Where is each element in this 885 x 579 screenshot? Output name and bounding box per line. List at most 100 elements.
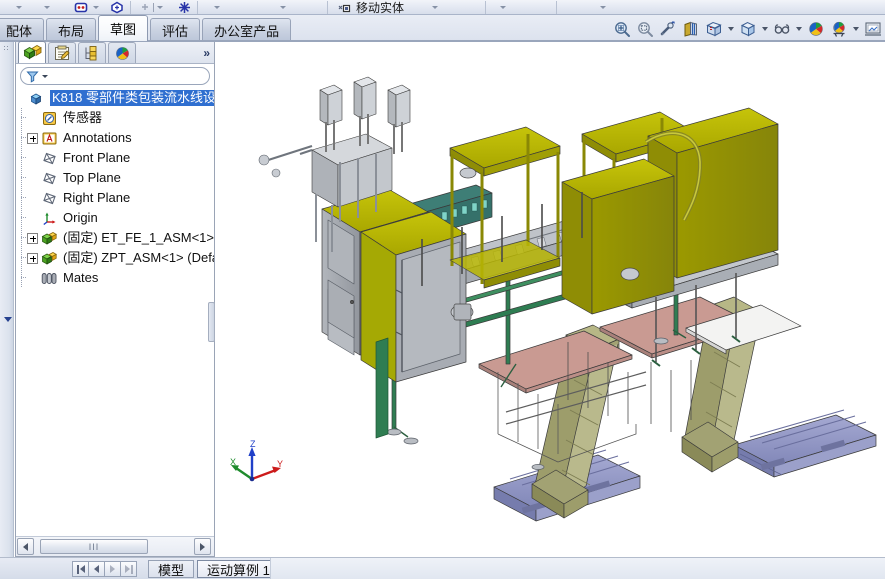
tree-node[interactable]: (固定) ZPT_ASM<1> (Defa bbox=[16, 248, 214, 268]
expand-node-button[interactable] bbox=[27, 132, 38, 144]
filter-dropdown-chevron-icon[interactable] bbox=[42, 74, 48, 78]
tree-node[interactable]: Mates bbox=[16, 268, 214, 288]
sheet-tab-0[interactable]: 模型 bbox=[148, 560, 195, 578]
ribbon-group-6[interactable] bbox=[600, 0, 606, 14]
component-icon bbox=[40, 229, 58, 247]
display-style-dropdown[interactable] bbox=[760, 18, 769, 40]
tree-node-label: Front Plane bbox=[63, 150, 131, 165]
more-tabs-button[interactable]: » bbox=[203, 46, 210, 60]
point-icon bbox=[142, 4, 148, 10]
previous-view-icon[interactable] bbox=[657, 18, 678, 40]
chevron-down-icon[interactable] bbox=[93, 6, 99, 9]
annotations-icon bbox=[40, 129, 58, 147]
feature-tree-hscrollbar[interactable]: III bbox=[16, 536, 214, 556]
property-manager-tab[interactable] bbox=[48, 42, 76, 63]
ribbon-group-5[interactable] bbox=[500, 0, 506, 14]
tree-node[interactable]: (固定) ET_FE_1_ASM<1> ( bbox=[16, 228, 214, 248]
scroll-left-button[interactable] bbox=[17, 538, 34, 555]
feature-tree-filter[interactable] bbox=[20, 67, 210, 85]
hide-show-items-icon[interactable] bbox=[771, 18, 792, 40]
configuration-manager-tab[interactable] bbox=[78, 42, 106, 63]
view-orientation-dropdown[interactable] bbox=[726, 18, 735, 40]
tree-node-label: Annotations bbox=[63, 130, 132, 145]
move-entity-label: 移动实体 bbox=[356, 1, 405, 15]
triad-x-label: X bbox=[230, 457, 236, 467]
display-manager-tab[interactable] bbox=[108, 42, 136, 63]
apply-scene-dropdown[interactable] bbox=[851, 18, 860, 40]
feature-tree[interactable]: K818 零部件类包装流水线设备传感器 Annotations Front Plan… bbox=[16, 86, 214, 535]
feature-tree-filter-input[interactable] bbox=[51, 69, 209, 83]
ribbon-strip: 移动实体 bbox=[0, 0, 885, 15]
move-entity-icon bbox=[338, 4, 351, 12]
tree-node[interactable]: Top Plane bbox=[16, 168, 214, 188]
next-sheet-button[interactable] bbox=[104, 561, 121, 577]
tree-node-label: Mates bbox=[63, 270, 99, 285]
chevron-down-icon[interactable] bbox=[214, 6, 220, 9]
snap-tool[interactable] bbox=[178, 0, 191, 14]
scroll-right-button[interactable] bbox=[194, 538, 211, 555]
chevron-down-icon[interactable] bbox=[157, 6, 163, 9]
prev-sheet-button[interactable] bbox=[88, 561, 105, 577]
ribbon-group-1[interactable] bbox=[16, 0, 22, 14]
olive-enclosure-mid bbox=[561, 158, 675, 315]
feature-manager-tab[interactable] bbox=[18, 41, 46, 63]
first-sheet-button[interactable] bbox=[72, 561, 89, 577]
polygon-tool[interactable] bbox=[74, 0, 99, 14]
tree-node-label: (固定) ZPT_ASM<1> (Defa bbox=[63, 250, 214, 265]
move-entity-command[interactable]: 移动实体 bbox=[338, 0, 439, 15]
hide-show-dropdown[interactable] bbox=[794, 18, 803, 40]
polygon-tool-2[interactable] bbox=[110, 0, 124, 14]
expand-node-button[interactable] bbox=[27, 252, 38, 264]
tree-node[interactable]: Origin bbox=[16, 208, 214, 228]
graphics-area[interactable]: Z Y X bbox=[216, 42, 885, 557]
chevron-down-icon[interactable] bbox=[44, 6, 50, 9]
panel-resize-grip[interactable] bbox=[208, 302, 215, 342]
ribbon-group-3[interactable] bbox=[214, 0, 220, 14]
tree-node[interactable]: Right Plane bbox=[16, 188, 214, 208]
sensors-icon bbox=[40, 109, 58, 127]
tree-node[interactable]: Front Plane bbox=[16, 148, 214, 168]
tree-node[interactable]: 传感器 bbox=[16, 108, 214, 128]
chevron-down-icon[interactable] bbox=[500, 6, 506, 9]
panel-collapse-chevron-icon[interactable] bbox=[4, 317, 12, 322]
command-tab-1[interactable]: 布局 bbox=[46, 18, 97, 41]
command-tab-4[interactable]: 办公室产品 bbox=[202, 18, 292, 41]
apply-scene-icon[interactable] bbox=[828, 18, 849, 40]
chevron-down-icon[interactable] bbox=[280, 6, 286, 9]
command-tab-2[interactable]: 草图 bbox=[98, 15, 149, 41]
tree-guide bbox=[16, 228, 27, 248]
expand-node-button[interactable] bbox=[27, 232, 38, 244]
view-orientation-icon[interactable] bbox=[703, 18, 724, 40]
ribbon-group-4[interactable] bbox=[280, 0, 286, 14]
ribbon-group-2[interactable] bbox=[44, 0, 50, 14]
chevron-down-icon[interactable] bbox=[16, 6, 22, 9]
tree-node[interactable]: K818 零部件类包装流水线设备 bbox=[16, 88, 214, 108]
chevron-down-icon[interactable] bbox=[432, 6, 439, 9]
plane-icon bbox=[40, 149, 58, 167]
command-tab-3[interactable]: 评估 bbox=[150, 18, 201, 41]
zoom-to-fit-icon[interactable] bbox=[611, 18, 632, 40]
section-view-icon[interactable] bbox=[680, 18, 701, 40]
point-tool[interactable] bbox=[140, 0, 163, 14]
panel-grip[interactable] bbox=[3, 45, 11, 50]
feature-manager-tab-strip: » bbox=[16, 41, 214, 64]
coordinate-triad: Z Y X bbox=[230, 439, 286, 489]
last-sheet-button[interactable] bbox=[120, 561, 137, 577]
rect-tool-icon bbox=[74, 2, 88, 13]
sheet-tab-1[interactable]: 运动算例 1 bbox=[197, 560, 280, 578]
view-settings-icon[interactable] bbox=[862, 18, 883, 40]
edit-appearance-icon[interactable] bbox=[805, 18, 826, 40]
zoom-to-area-icon[interactable] bbox=[634, 18, 655, 40]
command-tab-0[interactable]: 配体 bbox=[0, 18, 45, 41]
left-sliver-panel[interactable] bbox=[0, 42, 14, 557]
chevron-down-icon[interactable] bbox=[600, 6, 606, 9]
status-message-area bbox=[270, 558, 885, 579]
tree-node-label: K818 零部件类包装流水线设备 bbox=[50, 90, 214, 106]
tree-node[interactable]: Annotations bbox=[16, 128, 214, 148]
scroll-thumb[interactable]: III bbox=[40, 539, 148, 554]
display-style-icon[interactable] bbox=[737, 18, 758, 40]
sheet-nav-buttons bbox=[72, 561, 137, 577]
feature-manager-panel: » K818 零部件类包装流水线设备传感器 Annotations Front Pl… bbox=[15, 41, 215, 557]
